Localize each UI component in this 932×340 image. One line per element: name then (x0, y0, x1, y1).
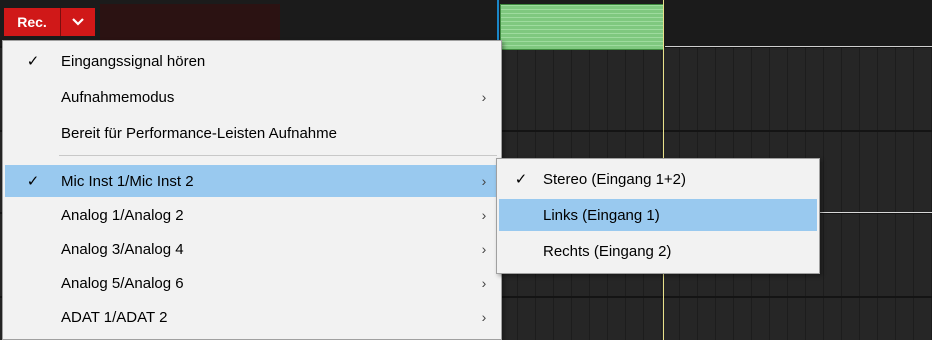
menu-item-monitor-input[interactable]: ✓ Eingangssignal hören (5, 45, 499, 77)
submenu-item-right[interactable]: Rechts (Eingang 2) (499, 235, 817, 267)
submenu-item-label: Links (Eingang 1) (543, 206, 660, 224)
submenu-item-label: Stereo (Eingang 1+2) (543, 170, 687, 188)
submenu-item-stereo[interactable]: ✓ Stereo (Eingang 1+2) (499, 163, 817, 195)
track-line (665, 46, 932, 47)
menu-item-record-mode[interactable]: Aufnahmemodus › (5, 81, 499, 113)
check-icon: ✓ (26, 53, 40, 70)
rec-options-menu: ✓ Eingangssignal hören Aufnahmemodus › B… (2, 40, 502, 340)
menu-item-label: Aufnahmemodus (61, 88, 175, 106)
menu-item-label: Bereit für Performance-Leisten Aufnahme (61, 124, 337, 142)
menu-item-performance-ready[interactable]: Bereit für Performance-Leisten Aufnahme (5, 117, 499, 149)
rec-button[interactable]: Rec. (4, 8, 61, 36)
chevron-down-icon (72, 15, 84, 29)
check-icon: ✓ (26, 173, 40, 190)
rec-label: Rec. (17, 14, 47, 30)
submenu-arrow-icon: › (481, 89, 487, 105)
menu-item-analog-3-4[interactable]: Analog 3/Analog 4 › (5, 233, 499, 265)
input-channel-submenu: ✓ Stereo (Eingang 1+2) Links (Eingang 1)… (496, 158, 820, 274)
menu-item-adat-1-2[interactable]: ADAT 1/ADAT 2 › (5, 301, 499, 333)
rec-dropdown-button[interactable] (61, 8, 95, 36)
menu-item-analog-5-6[interactable]: Analog 5/Analog 6 › (5, 267, 499, 299)
menu-item-analog-1-2[interactable]: Analog 1/Analog 2 › (5, 199, 499, 231)
submenu-item-left[interactable]: Links (Eingang 1) (499, 199, 817, 231)
submenu-arrow-icon: › (481, 173, 487, 189)
submenu-item-label: Rechts (Eingang 2) (543, 242, 672, 260)
submenu-arrow-icon: › (481, 207, 487, 223)
menu-item-label: Analog 3/Analog 4 (61, 240, 184, 258)
menu-item-label: Analog 1/Analog 2 (61, 206, 184, 224)
submenu-arrow-icon: › (481, 241, 487, 257)
submenu-arrow-icon: › (481, 275, 487, 291)
automation-line (810, 212, 932, 213)
menu-item-label: ADAT 1/ADAT 2 (61, 308, 168, 326)
submenu-arrow-icon: › (481, 309, 487, 325)
menu-item-label: Mic Inst 1/Mic Inst 2 (61, 172, 194, 190)
record-track-region (100, 4, 280, 40)
menu-separator (59, 155, 497, 156)
menu-item-label: Eingangssignal hören (61, 52, 206, 70)
menu-item-mic-inst-1-2[interactable]: ✓ Mic Inst 1/Mic Inst 2 › (5, 165, 499, 197)
check-icon: ✓ (514, 171, 528, 188)
menu-item-label: Analog 5/Analog 6 (61, 274, 184, 292)
audio-clip[interactable] (500, 4, 664, 50)
